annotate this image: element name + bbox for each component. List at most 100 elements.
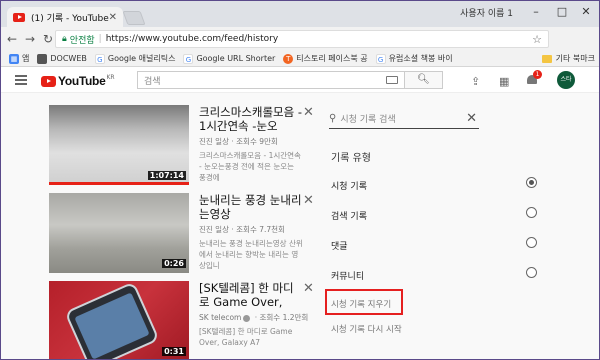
profile-name[interactable]: 사용자 이름 1 [460, 6, 513, 19]
remove-from-history-icon[interactable]: ✕ [303, 105, 314, 120]
video-item[interactable]: 0:31 [SK텔레콤] 한 마디로 Game Over, SK telecom… [49, 281, 314, 359]
history-type-comments[interactable]: 댓글 [331, 237, 537, 253]
radio-label: 시청 기록 [331, 182, 367, 192]
verified-icon [243, 314, 251, 322]
video-item[interactable]: 1:07:14 크리스마스캐롤모음 - 1시간연속 -눈오 진진 일상 · 조회… [49, 105, 314, 187]
video-title[interactable]: 눈내리는 풍경 눈내리는영상 [199, 193, 303, 221]
view-count: 조회수 1.2만회 [259, 313, 309, 322]
radio-label: 댓글 [331, 242, 348, 252]
search-button[interactable]: 🔍︎ [405, 71, 443, 89]
history-page: 1:07:14 크리스마스캐롤모음 - 1시간연속 -눈오 진진 일상 · 조회… [1, 93, 599, 359]
browser-toolbar: ← → ↻ 🔒︎ 안전함 | https://www.youtube.com/f… [1, 27, 599, 71]
video-thumbnail[interactable]: 1:07:14 [49, 105, 189, 185]
notification-badge: 1 [533, 70, 542, 79]
url-text: https://www.youtube.com/feed/history [105, 34, 279, 44]
google-icon: G [375, 53, 386, 64]
bookmark-item[interactable]: T 티스토리 페이스북 공 [283, 53, 368, 64]
youtube-search-input[interactable]: 검색 [137, 71, 405, 89]
tab-youtube-history[interactable]: (1) 기록 - YouTube ✕ [7, 7, 123, 27]
bookmark-item[interactable]: G Google URL Shorter [183, 53, 275, 64]
radio-label: 검색 기록 [331, 212, 367, 222]
video-info: 눈내리는 풍경 눈내리는영상 진진 일상 · 조회수 7.7천회 눈내리는 풍경… [199, 193, 303, 271]
back-icon[interactable]: ← [3, 32, 21, 46]
google-icon: G [94, 53, 105, 64]
secure-label: 안전함 [69, 35, 95, 46]
radio-button[interactable] [526, 237, 537, 248]
history-search-input[interactable]: ⚲ 시청 기록 검색 ✕ [329, 109, 479, 129]
lock-icon: 🔒︎ [62, 34, 67, 44]
youtube-play-icon [41, 75, 56, 87]
video-meta: 진진 일상 · 조회수 7.7천회 [199, 225, 285, 234]
bookmark-label: 유럽소셜 책봉 바이 [388, 54, 453, 63]
clear-history-button[interactable]: 시청 기록 지우기 [331, 298, 391, 310]
video-item[interactable]: 0:26 눈내리는 풍경 눈내리는영상 진진 일상 · 조회수 7.7천회 눈내… [49, 193, 314, 275]
bookmark-label: 앱 [22, 54, 30, 63]
view-count: 조회수 9만회 [236, 137, 278, 146]
video-thumbnail[interactable]: 0:26 [49, 193, 189, 273]
other-bookmarks-label: 기타 북마크 [555, 54, 595, 63]
close-window-icon[interactable]: ✕ [575, 3, 597, 21]
logo-region: KR [106, 73, 115, 81]
channel-name[interactable]: 진진 일상 [199, 225, 229, 234]
minimize-icon[interactable]: – [525, 3, 547, 21]
video-title[interactable]: [SK텔레콤] 한 마디로 Game Over, [199, 281, 303, 309]
maximize-icon[interactable]: □ [551, 3, 573, 21]
radio-button[interactable] [526, 267, 537, 278]
history-search-placeholder: 시청 기록 검색 [340, 115, 396, 125]
apps-grid-icon[interactable]: ▦ [499, 75, 509, 88]
google-icon: G [183, 53, 194, 64]
tab-close-icon[interactable]: ✕ [109, 12, 117, 23]
video-duration: 0:26 [162, 259, 186, 268]
bookmarks-bar: ▦ 앱 DOCWEB G Google 애널리틱스 G Google URL S… [1, 51, 599, 67]
bookmark-label: 티스토리 페이스북 공 [296, 54, 368, 63]
folder-icon [541, 54, 552, 63]
address-separator: | [98, 34, 102, 44]
bookmark-item[interactable]: DOCWEB [37, 53, 87, 64]
remove-from-history-icon[interactable]: ✕ [303, 281, 314, 296]
bookmark-item[interactable]: G 유럽소셜 책봉 바이 [375, 53, 453, 64]
keyboard-icon[interactable] [386, 76, 398, 84]
channel-name[interactable]: 진진 일상 [199, 137, 229, 146]
radio-label: 커뮤니티 [331, 272, 365, 282]
channel-name[interactable]: SK telecom [199, 313, 241, 322]
video-thumbnail[interactable]: 0:31 [49, 281, 189, 359]
apps-grid-icon: ▦ [9, 53, 19, 64]
bookmark-apps[interactable]: ▦ 앱 [9, 53, 29, 64]
radio-button[interactable] [526, 177, 537, 188]
video-description: [SK텔레콤] 한 마디로 Game Over, Galaxy A7 [199, 327, 293, 347]
search-placeholder: 검색 [144, 76, 161, 87]
history-type-search[interactable]: 검색 기록 [331, 207, 537, 223]
video-title[interactable]: 크리스마스캐롤모음 - 1시간연속 -눈오 [199, 105, 303, 133]
remove-from-history-icon[interactable]: ✕ [303, 193, 314, 208]
youtube-header: YouTube KR 검색 🔍︎ ⇪ ▦ 1 스타 [1, 67, 599, 93]
address-bar[interactable]: 🔒︎ 안전함 | https://www.youtube.com/feed/hi… [55, 30, 549, 48]
other-bookmarks[interactable]: 기타 북마크 [541, 53, 595, 64]
logo-text: YouTube [58, 74, 106, 88]
history-type-community[interactable]: 커뮤니티 [331, 267, 537, 283]
radio-button[interactable] [526, 207, 537, 218]
bookmark-star-icon[interactable]: ☆ [532, 33, 542, 46]
view-count: 조회수 7.7천회 [236, 225, 285, 234]
avatar[interactable]: 스타 [557, 71, 575, 89]
tistory-icon: T [283, 53, 294, 64]
bookmark-item[interactable]: G Google 애널리틱스 [94, 53, 176, 64]
video-meta: 진진 일상 · 조회수 9만회 [199, 137, 278, 146]
new-tab-button[interactable] [122, 11, 146, 25]
search-icon: ⚲ [329, 113, 337, 124]
video-duration: 1:07:14 [147, 171, 186, 180]
clear-search-icon[interactable]: ✕ [466, 111, 477, 126]
bookmark-label: Google 애널리틱스 [107, 54, 176, 63]
youtube-favicon-icon [13, 12, 25, 22]
history-type-watch[interactable]: 시청 기록 [331, 177, 537, 193]
pause-history-button[interactable]: 시청 기록 다시 시작 [331, 323, 402, 335]
forward-icon[interactable]: → [21, 32, 39, 46]
notifications-button[interactable]: 1 [527, 70, 542, 85]
video-info: 크리스마스캐롤모음 - 1시간연속 -눈오 진진 일상 · 조회수 9만회 크리… [199, 105, 303, 183]
video-meta: SK telecom · 조회수 1.2만회 [199, 313, 309, 322]
history-type-title: 기록 유형 [331, 153, 371, 164]
upload-icon[interactable]: ⇪ [471, 75, 480, 88]
tab-strip: (1) 기록 - YouTube ✕ 사용자 이름 1 – □ ✕ [1, 1, 599, 27]
video-duration: 0:31 [162, 347, 186, 356]
youtube-logo[interactable]: YouTube KR [41, 74, 115, 88]
hamburger-menu-icon[interactable] [15, 75, 27, 85]
